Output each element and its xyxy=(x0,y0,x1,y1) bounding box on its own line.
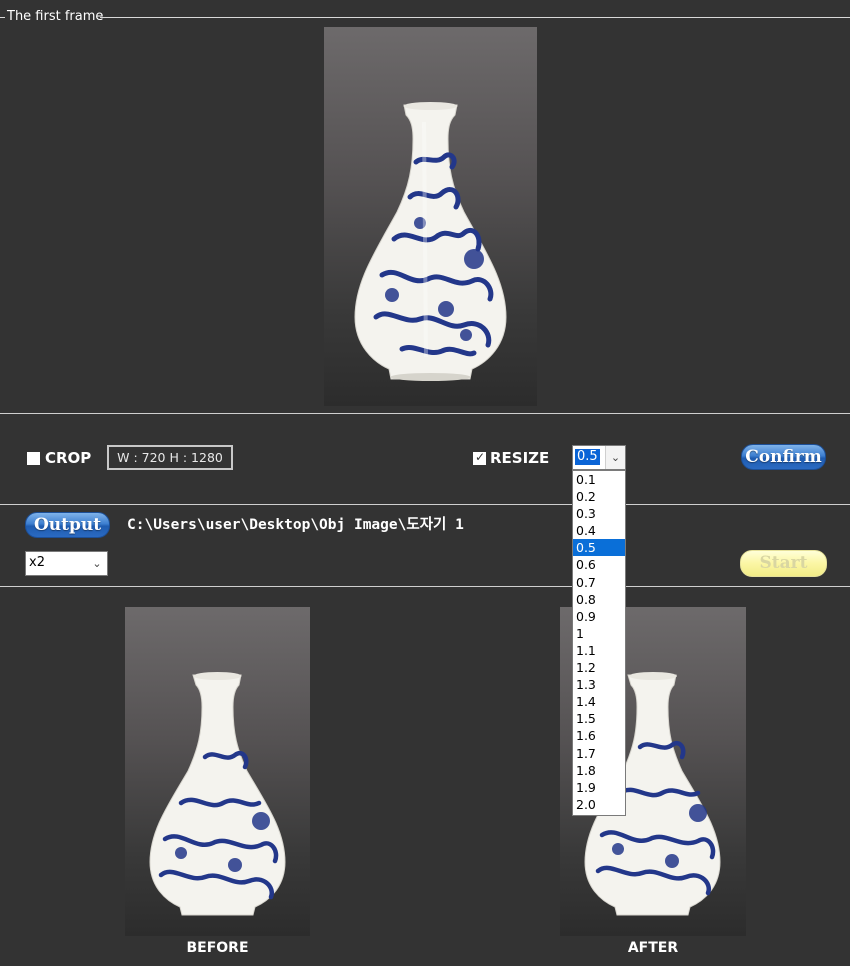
resize-option[interactable]: 0.5 xyxy=(573,539,625,557)
crop-label: CROP xyxy=(45,449,92,467)
crop-checkbox[interactable] xyxy=(27,452,40,465)
checkmark-icon: ✓ xyxy=(474,450,486,464)
resize-options-list[interactable]: 0.1 0.2 0.3 0.4 0.5 0.6 0.7 0.8 0.9 1 1.1 1.2 1.3 1.4… xyxy=(572,470,626,816)
vase-image xyxy=(149,672,286,916)
before-caption: BEFORE xyxy=(186,940,249,956)
app-window: The first frame CROP W: 720 H: 1280 ✓ … xyxy=(0,0,850,966)
before-image xyxy=(125,607,310,936)
resize-select[interactable]: 0.5 ⌄ xyxy=(572,445,626,470)
divider xyxy=(0,586,850,587)
resize-label: RESIZE xyxy=(490,449,550,467)
chevron-down-icon[interactable]: ⌄ xyxy=(87,552,107,575)
crop-dimensions: W : 720 H : 1280 xyxy=(107,445,233,470)
resize-option[interactable]: 0.1 xyxy=(573,471,625,488)
frame-legend: The first frame xyxy=(7,9,104,24)
resize-option[interactable]: 0.7 xyxy=(573,574,625,591)
resize-option[interactable]: 0.9 xyxy=(573,608,625,625)
frame-border xyxy=(100,17,850,18)
after-caption: AFTER xyxy=(627,940,679,956)
resize-option[interactable]: 1.4 xyxy=(573,693,625,710)
frame-border xyxy=(0,17,5,18)
resize-option[interactable]: 1.2 xyxy=(573,659,625,676)
scale-select-value: x2 xyxy=(29,555,45,570)
output-button[interactable]: Output xyxy=(25,512,110,538)
resize-option[interactable]: 2.0 xyxy=(573,796,625,813)
resize-option[interactable]: 0.4 xyxy=(573,522,625,539)
chevron-down-icon[interactable]: ⌄ xyxy=(605,446,625,469)
first-frame-image xyxy=(324,27,537,406)
divider xyxy=(0,413,850,414)
vase-image xyxy=(354,102,507,381)
resize-option[interactable]: 1.5 xyxy=(573,710,625,727)
confirm-button[interactable]: Confirm xyxy=(741,444,826,470)
resize-checkbox[interactable]: ✓ xyxy=(473,450,486,465)
resize-option[interactable]: 0.6 xyxy=(573,556,625,573)
scale-select[interactable]: x2 ⌄ xyxy=(25,551,108,576)
resize-option[interactable]: 1.1 xyxy=(573,642,625,659)
resize-option[interactable]: 0.3 xyxy=(573,505,625,522)
resize-option[interactable]: 1.3 xyxy=(573,676,625,693)
resize-option[interactable]: 1.7 xyxy=(573,745,625,762)
resize-option[interactable]: 0.2 xyxy=(573,488,625,505)
divider xyxy=(0,504,850,505)
resize-select-value: 0.5 xyxy=(575,449,600,465)
resize-option[interactable]: 1 xyxy=(573,625,625,642)
resize-option[interactable]: 1.6 xyxy=(573,727,625,744)
resize-option[interactable]: 1.9 xyxy=(573,779,625,796)
output-path: C:\Users\user\Desktop\Obj Image\도자기 1 xyxy=(127,517,464,533)
resize-option[interactable]: 1.8 xyxy=(573,762,625,779)
start-button[interactable]: Start xyxy=(740,550,827,577)
resize-option[interactable]: 0.8 xyxy=(573,591,625,608)
